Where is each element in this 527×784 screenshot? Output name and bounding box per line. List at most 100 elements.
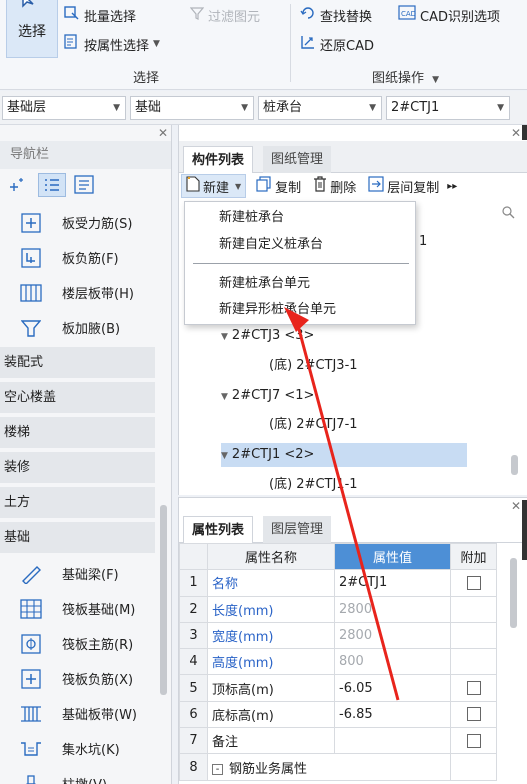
window-edge xyxy=(522,500,527,560)
find-replace-button[interactable]: 查找替换 xyxy=(300,4,372,26)
detail-view-icon[interactable] xyxy=(74,175,94,199)
table-row[interactable]: 3 宽度(mm) 2800 xyxy=(179,621,497,650)
nav-item-column-pier[interactable]: 柱墩(V) xyxy=(0,766,155,784)
nav-category-stairs[interactable]: 楼梯 xyxy=(0,417,155,448)
floor-select[interactable]: 基础层 ▼ xyxy=(2,96,126,120)
nav-item-slab-rebar[interactable]: 板受力筋(S) xyxy=(0,205,155,240)
nav-category-prefab[interactable]: 装配式 xyxy=(0,347,155,378)
filter-icon xyxy=(189,6,205,24)
item-select[interactable]: 2#CTJ1 ▼ xyxy=(386,96,510,120)
property-scrollbar[interactable] xyxy=(510,558,517,628)
nav-item-label: 柱墩(V) xyxy=(62,774,107,784)
table-row[interactable]: 4 高度(mm) 800 xyxy=(179,648,497,676)
prop-name: 长度(mm) xyxy=(207,595,335,623)
prop-value-input[interactable]: -6.85 xyxy=(334,700,451,729)
attr-select-button[interactable]: 按属性选择 ▼ xyxy=(64,33,160,55)
list-view-icon[interactable] xyxy=(38,173,66,197)
nav-item-foundation-strip[interactable]: 基础板带(W) xyxy=(0,696,155,731)
nav-item-raft-main-rebar[interactable]: 筏板主筋(R) xyxy=(0,626,155,661)
property-panel: ✕ 属性列表 图层管理 属性名称 属性值 附加 1 名称 2#CTJ1 2 长度… xyxy=(178,497,527,784)
menu-item-new-pile-cap[interactable]: 新建桩承台 xyxy=(185,205,417,231)
nav-item-raft-negative-rebar[interactable]: 筏板负筋(X) xyxy=(0,661,155,696)
find-replace-label: 查找替换 xyxy=(320,9,373,25)
tab-layer-management[interactable]: 图层管理 xyxy=(263,516,332,543)
delete-button[interactable]: 删除 xyxy=(313,176,356,196)
table-row[interactable]: 2 长度(mm) 2800 xyxy=(179,595,497,623)
batch-select-button[interactable]: 批量选择 xyxy=(64,4,136,26)
tree-item-ctj1-1[interactable]: (底) 2#CTJ1-1 xyxy=(269,473,358,497)
tree-item-ctj3[interactable]: ▼ 2#CTJ3 <3> xyxy=(221,324,314,348)
floor-copy-button[interactable]: 层间复制 xyxy=(368,176,439,196)
table-row[interactable]: 6 底标高(m) -6.85 xyxy=(179,700,497,729)
table-row[interactable]: 7 备注 xyxy=(179,727,497,755)
category-select[interactable]: 基础 ▼ xyxy=(130,96,254,120)
tab-drawing-management[interactable]: 图纸管理 xyxy=(263,146,332,173)
group-label-select: 选择 xyxy=(133,71,160,86)
prop-value-input[interactable]: 2#CTJ1 xyxy=(334,569,451,597)
nav-category-earthwork[interactable]: 土方 xyxy=(0,487,155,518)
collapse-icon[interactable]: - xyxy=(212,763,223,775)
prop-value-input[interactable]: 2800 xyxy=(334,595,451,623)
nav-item-label: 板受力筋(S) xyxy=(62,217,133,232)
extra-checkbox[interactable] xyxy=(466,707,481,722)
close-icon[interactable]: ✕ xyxy=(511,499,521,513)
item-select-value: 2#CTJ1 xyxy=(391,100,440,115)
new-button[interactable]: 新建 ▼ xyxy=(181,174,247,198)
raft-negative-rebar-icon xyxy=(20,668,42,689)
nav-category-foundation[interactable]: 基础 xyxy=(0,522,155,553)
prop-value-input[interactable]: -6.05 xyxy=(334,674,451,702)
search-icon[interactable] xyxy=(502,206,515,223)
tree-item-ctj3-1[interactable]: (底) 2#CTJ3-1 xyxy=(269,354,358,378)
table-row[interactable]: 5 顶标高(m) -6.05 xyxy=(179,674,497,702)
nav-item-floor-strip[interactable]: 楼层板带(H) xyxy=(0,275,155,310)
expand-triangle-icon: ▼ xyxy=(221,332,228,342)
header-prop-name: 属性名称 xyxy=(207,542,335,571)
sparkle-icon[interactable] xyxy=(10,177,24,195)
type-select-value: 桩承台 xyxy=(263,100,303,115)
extra-checkbox[interactable] xyxy=(466,681,481,696)
new-file-icon xyxy=(186,176,200,196)
tree-item-ctj7-1[interactable]: (底) 2#CTJ7-1 xyxy=(269,413,358,437)
menu-item-new-irregular-pile-cap-unit[interactable]: 新建异形桩承台单元 xyxy=(185,297,417,323)
new-button-label: 新建 xyxy=(203,180,230,196)
attr-select-icon xyxy=(64,34,80,54)
nav-item-slab-negative-rebar[interactable]: 板负筋(F) xyxy=(0,240,155,275)
nav-category-decoration[interactable]: 装修 xyxy=(0,452,155,483)
nav-item-sump-pit[interactable]: 集水坑(K) xyxy=(0,731,155,766)
cad-recognize-options-button[interactable]: CAD CAD识别选项 xyxy=(398,4,500,26)
copy-button[interactable]: 复制 xyxy=(256,176,301,196)
extra-cell xyxy=(450,621,497,650)
table-row[interactable]: 8 - 钢筋业务属性 xyxy=(179,753,497,781)
prop-value-input[interactable] xyxy=(334,727,451,755)
component-toolbar: 新建 ▼ 复制 删除 层间复制 ▸▸ xyxy=(179,173,527,199)
table-row[interactable]: 1 名称 2#CTJ1 xyxy=(179,569,497,597)
nav-item-foundation-beam[interactable]: 基础梁(F) xyxy=(0,556,155,591)
chevron-down-icon[interactable]: ▼ xyxy=(432,75,439,85)
more-icon[interactable]: ▸▸ xyxy=(447,181,457,192)
component-scrollbar[interactable] xyxy=(511,455,518,475)
close-icon[interactable]: ✕ xyxy=(511,126,521,140)
tab-component-list[interactable]: 构件列表 xyxy=(183,146,254,173)
filter-elements-button[interactable]: 过滤图元 xyxy=(189,4,261,26)
prop-value-input[interactable]: 800 xyxy=(334,648,451,676)
restore-cad-button[interactable]: 还原CAD xyxy=(300,33,374,55)
row-number: 3 xyxy=(179,621,208,650)
nav-scrollbar[interactable] xyxy=(160,505,167,695)
prop-name: 宽度(mm) xyxy=(207,621,335,650)
selector-bar: 基础层 ▼ 基础 ▼ 桩承台 ▼ 2#CTJ1 ▼ xyxy=(0,91,527,125)
select-tool-button[interactable]: 选择 xyxy=(6,0,58,58)
prop-value-input[interactable]: 2800 xyxy=(334,621,451,650)
tab-property-list[interactable]: 属性列表 xyxy=(183,516,254,543)
nav-item-raft-foundation[interactable]: 筏板基础(M) xyxy=(0,591,155,626)
menu-item-new-custom-pile-cap[interactable]: 新建自定义桩承台 xyxy=(185,232,417,258)
nav-item-slab-haunch[interactable]: 板加腋(B) xyxy=(0,310,155,345)
extra-checkbox[interactable] xyxy=(466,575,481,590)
extra-checkbox[interactable] xyxy=(466,733,481,748)
filter-elements-label: 过滤图元 xyxy=(208,9,261,25)
type-select[interactable]: 桩承台 ▼ xyxy=(258,96,382,120)
tree-item-ctj1[interactable]: ▼ 2#CTJ1 <2> xyxy=(221,443,467,467)
tree-item-ctj7[interactable]: ▼ 2#CTJ7 <1> xyxy=(221,384,314,408)
menu-item-new-pile-cap-unit[interactable]: 新建桩承台单元 xyxy=(185,271,417,297)
nav-category-hollow-floor[interactable]: 空心楼盖 xyxy=(0,382,155,413)
close-icon[interactable]: ✕ xyxy=(158,126,168,140)
